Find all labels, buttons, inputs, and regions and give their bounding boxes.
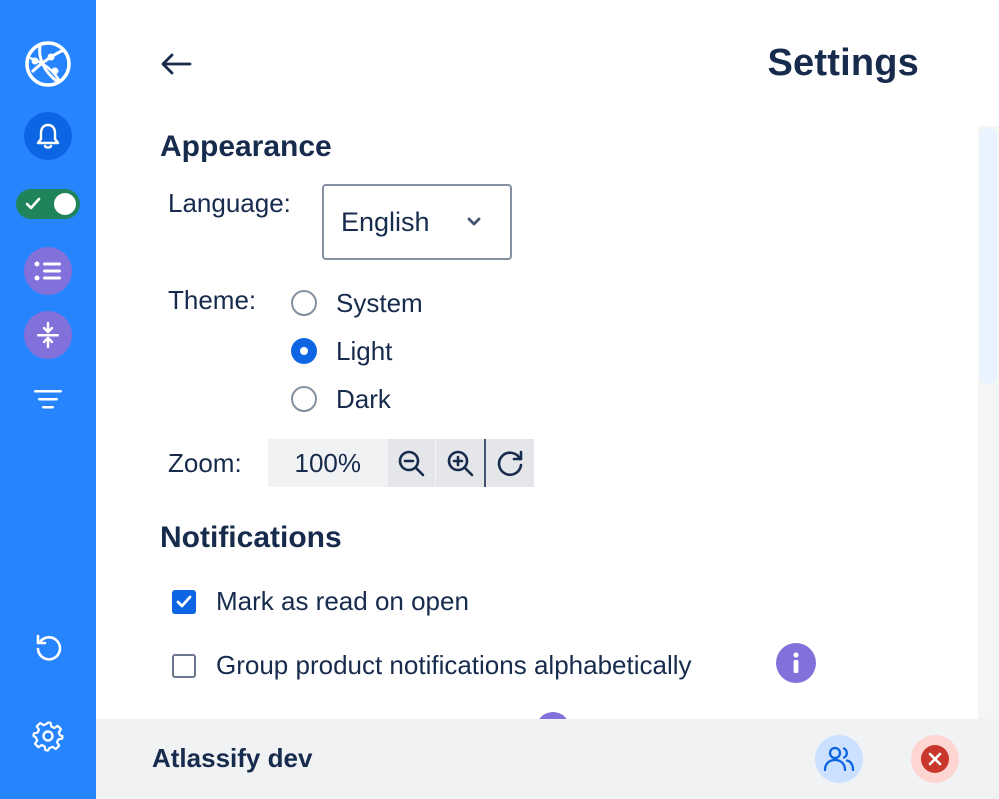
radio-dark[interactable] bbox=[291, 386, 317, 412]
appearance-heading: Appearance bbox=[160, 130, 332, 163]
language-label: Language: bbox=[168, 188, 291, 218]
footer-title: Atlassify dev bbox=[152, 743, 313, 773]
zoom-reset-icon bbox=[497, 450, 523, 477]
language-select[interactable]: English bbox=[322, 184, 512, 260]
zoom-out-icon bbox=[399, 450, 425, 477]
atlassify-logo-icon[interactable] bbox=[24, 40, 72, 88]
radio-light-label: Light bbox=[336, 335, 393, 366]
radio-system-label: System bbox=[336, 287, 423, 318]
zoom-in-button[interactable] bbox=[435, 439, 485, 487]
check-icon bbox=[176, 595, 192, 607]
check-icon bbox=[25, 197, 41, 210]
collapse-icon[interactable] bbox=[24, 311, 72, 359]
refresh-icon[interactable] bbox=[24, 624, 72, 672]
zoom-out-button[interactable] bbox=[387, 439, 436, 487]
page-title: Settings bbox=[767, 42, 919, 84]
zoom-label: Zoom: bbox=[168, 448, 242, 478]
zoom-in-icon bbox=[447, 450, 474, 477]
language-value: English bbox=[341, 206, 430, 237]
settings-panel: Settings Appearance Language: English Th… bbox=[96, 0, 999, 799]
zoom-control: 100% bbox=[268, 439, 534, 487]
footer: Atlassify dev bbox=[96, 719, 999, 799]
zoom-reset-button[interactable] bbox=[486, 439, 534, 487]
theme-option-dark[interactable]: Dark bbox=[291, 384, 391, 414]
scrollbar-thumb[interactable] bbox=[980, 128, 997, 384]
gear-icon[interactable] bbox=[24, 712, 72, 760]
sidebar bbox=[0, 0, 96, 799]
toggle-knob bbox=[54, 193, 76, 215]
zoom-value: 100% bbox=[268, 439, 388, 487]
list-icon[interactable] bbox=[24, 247, 72, 295]
accounts-button[interactable] bbox=[815, 735, 863, 783]
radio-light[interactable] bbox=[291, 338, 317, 364]
theme-label: Theme: bbox=[168, 285, 257, 315]
notifications-heading: Notifications bbox=[160, 521, 342, 554]
mark-read-option[interactable]: Mark as read on open bbox=[172, 586, 469, 617]
mark-read-checkbox[interactable] bbox=[172, 589, 196, 614]
toggle-switch[interactable] bbox=[16, 189, 80, 219]
bell-icon[interactable] bbox=[24, 112, 72, 160]
group-alpha-label: Group product notifications alphabetical… bbox=[216, 650, 692, 680]
close-circle-icon bbox=[921, 745, 949, 773]
group-alpha-checkbox[interactable] bbox=[172, 653, 196, 678]
mark-read-label: Mark as read on open bbox=[216, 586, 469, 616]
arrow-left-icon bbox=[161, 53, 192, 75]
back-button[interactable] bbox=[156, 46, 196, 82]
chevron-down-icon bbox=[467, 217, 481, 226]
filter-icon[interactable] bbox=[24, 376, 72, 424]
quit-button[interactable] bbox=[911, 735, 959, 783]
radio-system[interactable] bbox=[291, 290, 317, 316]
theme-option-light[interactable]: Light bbox=[291, 336, 392, 366]
group-alpha-option[interactable]: Group product notifications alphabetical… bbox=[172, 650, 692, 681]
theme-option-system[interactable]: System bbox=[291, 288, 423, 318]
people-icon bbox=[823, 746, 855, 772]
radio-dark-label: Dark bbox=[336, 383, 391, 414]
info-icon[interactable] bbox=[776, 643, 816, 683]
